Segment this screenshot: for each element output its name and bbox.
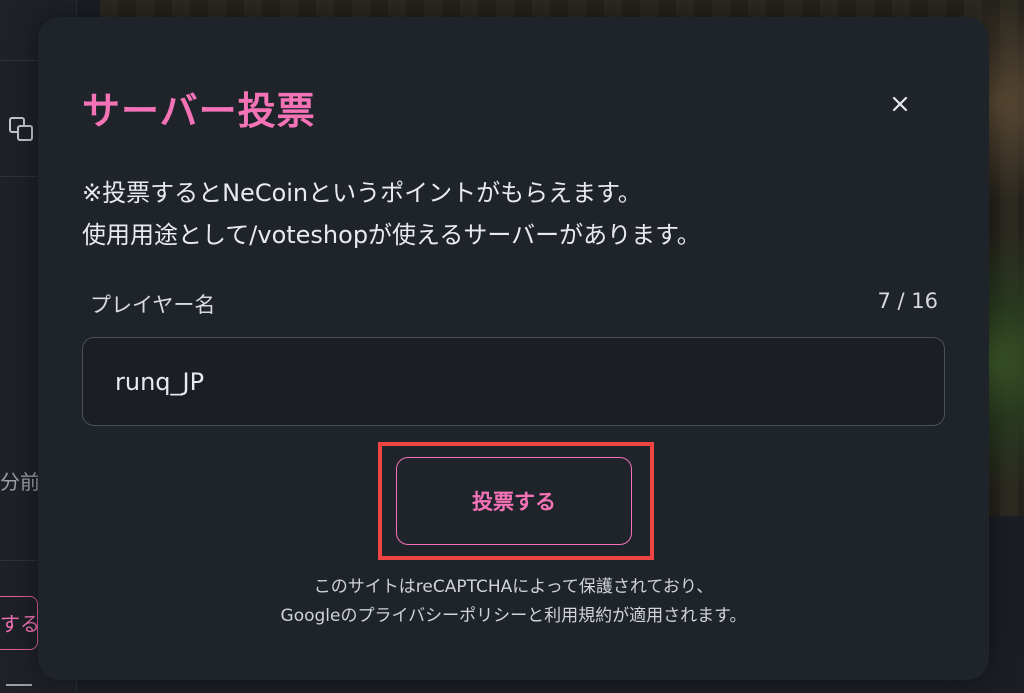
player-name-input[interactable]: [82, 337, 945, 426]
vote-note: ※投票するとNeCoinというポイントがもらえます。 使用用途として/votes…: [82, 172, 701, 256]
vote-note-line: ※投票するとNeCoinというポイントがもらえます。: [82, 179, 642, 207]
recaptcha-line: このサイトはreCAPTCHAによって保護されており、: [313, 577, 714, 597]
close-button[interactable]: [882, 86, 918, 122]
vote-note-line: 使用用途として/voteshopが使えるサーバーがあります。: [82, 221, 701, 249]
recaptcha-notice: このサイトはreCAPTCHAによって保護されており、 Googleのプライバシ…: [38, 573, 989, 631]
background-dash: [6, 684, 32, 686]
copy-icon[interactable]: [8, 116, 36, 144]
page: 分前 する サーバー投票 ※投票するとNeCoinというポイントがもらえます。 …: [0, 0, 1024, 693]
character-counter: 7 / 16: [877, 289, 938, 313]
background-vote-label: する: [0, 612, 40, 636]
vote-button[interactable]: 投票する: [396, 457, 632, 545]
close-icon: [892, 96, 908, 112]
modal-title: サーバー投票: [82, 89, 316, 133]
background-time-text: 分前: [0, 470, 40, 494]
vote-modal: サーバー投票 ※投票するとNeCoinというポイントがもらえます。 使用用途とし…: [38, 17, 989, 680]
recaptcha-line: Googleのプライバシーポリシーと利用規約が適用されます。: [280, 606, 747, 626]
player-name-label: プレイヤー名: [90, 293, 216, 317]
